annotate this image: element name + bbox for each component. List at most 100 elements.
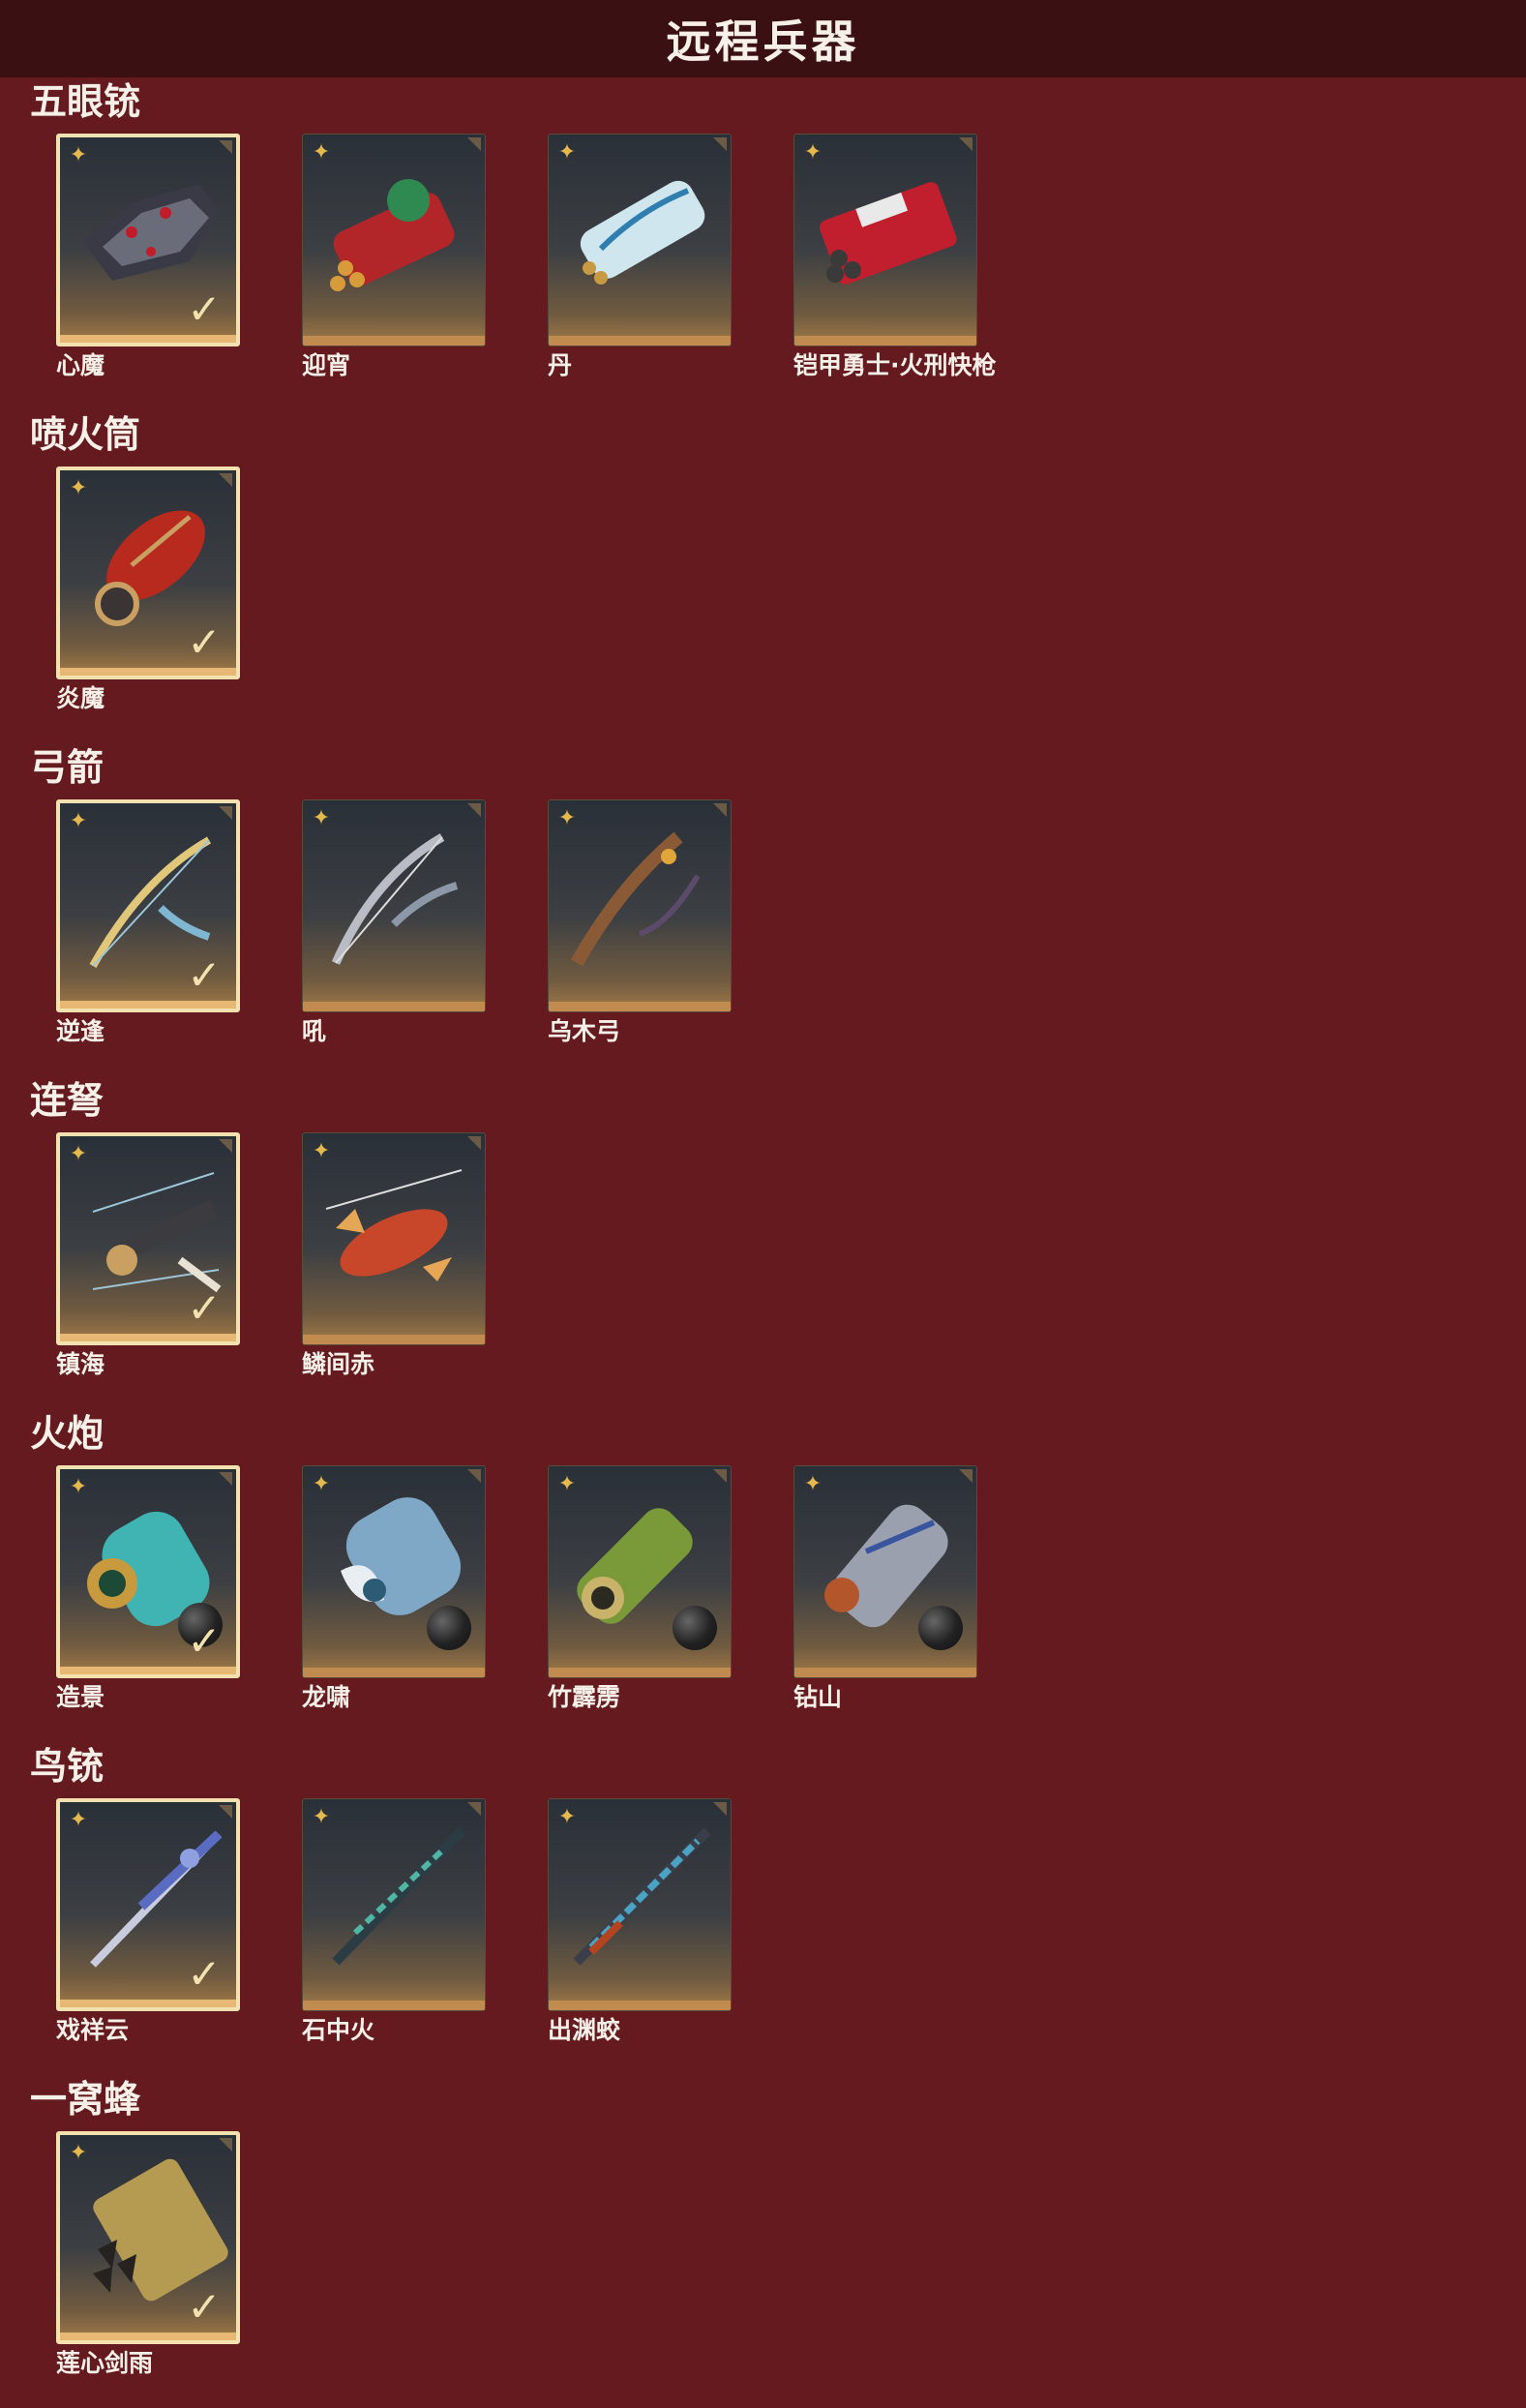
weapon-item[interactable]: ✦ 丹 [548, 134, 737, 379]
weapon-card[interactable]: ✦ [548, 1798, 732, 2011]
weapon-item[interactable]: ✦ 铠甲勇士·火刑快枪 [793, 134, 997, 379]
corner-tag-icon [219, 2138, 232, 2152]
rank-star-icon: ✦ [69, 1475, 88, 1499]
category-title: 鸟铳 [30, 1745, 105, 1788]
weapon-card[interactable]: ✦ [548, 799, 732, 1012]
weapon-item[interactable]: ✦ ✓ 炎魔 [56, 467, 246, 712]
rank-star-icon: ✦ [803, 140, 823, 165]
corner-tag-icon [219, 1805, 232, 1819]
weapon-grid: ✦ ✓ 莲心剑雨 [56, 2131, 1508, 2376]
weapon-item[interactable]: ✦ ✓ 镇海 [56, 1132, 246, 1378]
category-title: 火炮 [30, 1412, 105, 1455]
rank-star-icon: ✦ [312, 1472, 331, 1496]
weapon-card[interactable]: ✦ [548, 134, 732, 346]
weapon-item[interactable]: ✦ 吼 [302, 799, 492, 1045]
rank-star-icon: ✦ [69, 476, 88, 500]
weapon-name: 龙啸 [302, 1683, 351, 1711]
owned-check-icon: ✓ [187, 286, 222, 333]
category-title: 连弩 [30, 1079, 105, 1122]
weapon-category-section: 火炮 ✦ ✓ 造景 ✦ 龙啸 ✦ 竹霹雳 ✦ 钻山 [0, 1409, 1526, 1742]
weapon-item[interactable]: ✦ 出渊蛟 [548, 1798, 737, 2044]
corner-tag-icon [219, 1139, 232, 1153]
weapon-name: 戏祥云 [56, 2016, 130, 2044]
weapon-card[interactable]: ✦ [302, 1798, 486, 2011]
rank-star-icon: ✦ [312, 806, 331, 830]
weapon-name: 心魔 [56, 351, 105, 379]
weapon-category-section: 弓箭 ✦ ✓ 逆逢 ✦ 吼 ✦ 乌木弓 [0, 743, 1526, 1076]
cannonball-icon [427, 1606, 471, 1650]
corner-tag-icon [467, 1136, 481, 1150]
red-armor-gun-icon [808, 152, 963, 307]
weapon-card[interactable]: ✦ [793, 1465, 977, 1678]
corner-tag-icon [713, 137, 727, 151]
rank-star-icon: ✦ [69, 1808, 88, 1832]
weapon-card[interactable]: ✦ [302, 1465, 486, 1678]
corner-tag-icon [713, 1469, 727, 1483]
weapon-card[interactable]: ✦ ✓ [56, 1132, 240, 1345]
category-title: 喷火筒 [30, 413, 141, 456]
weapon-item[interactable]: ✦ ✓ 造景 [56, 1465, 246, 1711]
weapon-grid: ✦ ✓ 镇海 ✦ 鳞间赤 [56, 1132, 1508, 1377]
rank-star-icon: ✦ [69, 809, 88, 833]
corner-tag-icon [219, 140, 232, 154]
weapon-card[interactable]: ✦ ✓ [56, 1798, 240, 2011]
rank-star-icon: ✦ [69, 143, 88, 167]
weapon-item[interactable]: ✦ 钻山 [793, 1465, 983, 1711]
weapon-card[interactable]: ✦ ✓ [56, 134, 240, 346]
red-lion-gun-icon [316, 152, 471, 307]
weapon-name: 迎宵 [302, 351, 351, 379]
weapon-item[interactable]: ✦ 龙啸 [302, 1465, 492, 1711]
jade-musket-icon [316, 1817, 471, 1972]
corner-tag-icon [219, 806, 232, 820]
corner-tag-icon [713, 803, 727, 817]
weapon-item[interactable]: ✦ 迎宵 [302, 134, 492, 379]
silver-bow-icon [316, 818, 471, 973]
weapon-grid: ✦ ✓ 炎魔 [56, 467, 1508, 711]
corner-tag-icon [467, 1469, 481, 1483]
rank-star-icon: ✦ [312, 1139, 331, 1163]
owned-check-icon: ✓ [187, 1950, 222, 1998]
weapon-item[interactable]: ✦ ✓ 逆逢 [56, 799, 246, 1045]
weapon-item[interactable]: ✦ 石中火 [302, 1798, 492, 2044]
weapon-name: 吼 [302, 1017, 327, 1045]
page-title: 远程兵器 [666, 15, 860, 68]
rank-star-icon: ✦ [557, 1472, 577, 1496]
category-title: 一窝蜂 [30, 2078, 141, 2121]
weapon-grid: ✦ ✓ 心魔 ✦ 迎宵 ✦ 丹 ✦ 铠甲勇士·火刑快枪 [56, 134, 1508, 379]
weapon-card[interactable]: ✦ ✓ [56, 799, 240, 1012]
weapon-card[interactable]: ✦ ✓ [56, 1465, 240, 1678]
weapon-name: 钻山 [793, 1683, 843, 1711]
weapon-card[interactable]: ✦ [548, 1465, 732, 1678]
cannonball-icon [673, 1606, 717, 1650]
weapon-card[interactable]: ✦ [302, 799, 486, 1012]
owned-check-icon: ✓ [187, 618, 222, 666]
rank-star-icon: ✦ [557, 140, 577, 165]
weapon-item[interactable]: ✦ ✓ 莲心剑雨 [56, 2131, 246, 2377]
weapon-category-section: 五眼铳 ✦ ✓ 心魔 ✦ 迎宵 ✦ 丹 ✦ 铠甲勇士·火刑快枪 [0, 77, 1526, 410]
corner-tag-icon [219, 1472, 232, 1486]
header-bar: 远程兵器 [0, 0, 1526, 77]
cannonball-icon [918, 1606, 963, 1650]
category-title: 弓箭 [30, 746, 105, 789]
weapon-name: 丹 [548, 351, 573, 379]
weapon-name: 造景 [56, 1683, 105, 1711]
weapon-card[interactable]: ✦ ✓ [56, 2131, 240, 2344]
weapon-card[interactable]: ✦ ✓ [56, 467, 240, 679]
owned-check-icon: ✓ [187, 951, 222, 999]
weapon-category-section: 鸟铳 ✦ ✓ 戏祥云 ✦ 石中火 ✦ 出渊蛟 [0, 1742, 1526, 2075]
weapon-item[interactable]: ✦ ✓ 戏祥云 [56, 1798, 246, 2044]
corner-tag-icon [467, 137, 481, 151]
weapon-item[interactable]: ✦ 竹霹雳 [548, 1465, 737, 1711]
weapon-item[interactable]: ✦ 乌木弓 [548, 799, 737, 1045]
weapon-grid: ✦ ✓ 逆逢 ✦ 吼 ✦ 乌木弓 [56, 799, 1508, 1044]
weapon-item[interactable]: ✦ ✓ 心魔 [56, 134, 246, 379]
weapon-list: 五眼铳 ✦ ✓ 心魔 ✦ 迎宵 ✦ 丹 ✦ 铠甲勇士·火刑快枪 喷火筒 ✦ ✓ 炎魔 弓箭 ✦ ✓ 逆逢 ✦ 吼 ✦ 乌木… [0, 77, 1526, 2408]
weapon-name: 炎魔 [56, 684, 105, 712]
weapon-card[interactable]: ✦ [793, 134, 977, 346]
weapon-category-section: 连弩 ✦ ✓ 镇海 ✦ 鳞间赤 [0, 1076, 1526, 1409]
weapon-item[interactable]: ✦ 鳞间赤 [302, 1132, 492, 1378]
rank-star-icon: ✦ [557, 806, 577, 830]
weapon-card[interactable]: ✦ [302, 1132, 486, 1345]
weapon-card[interactable]: ✦ [302, 134, 486, 346]
weapon-grid: ✦ ✓ 造景 ✦ 龙啸 ✦ 竹霹雳 ✦ 钻山 [56, 1465, 1508, 1710]
